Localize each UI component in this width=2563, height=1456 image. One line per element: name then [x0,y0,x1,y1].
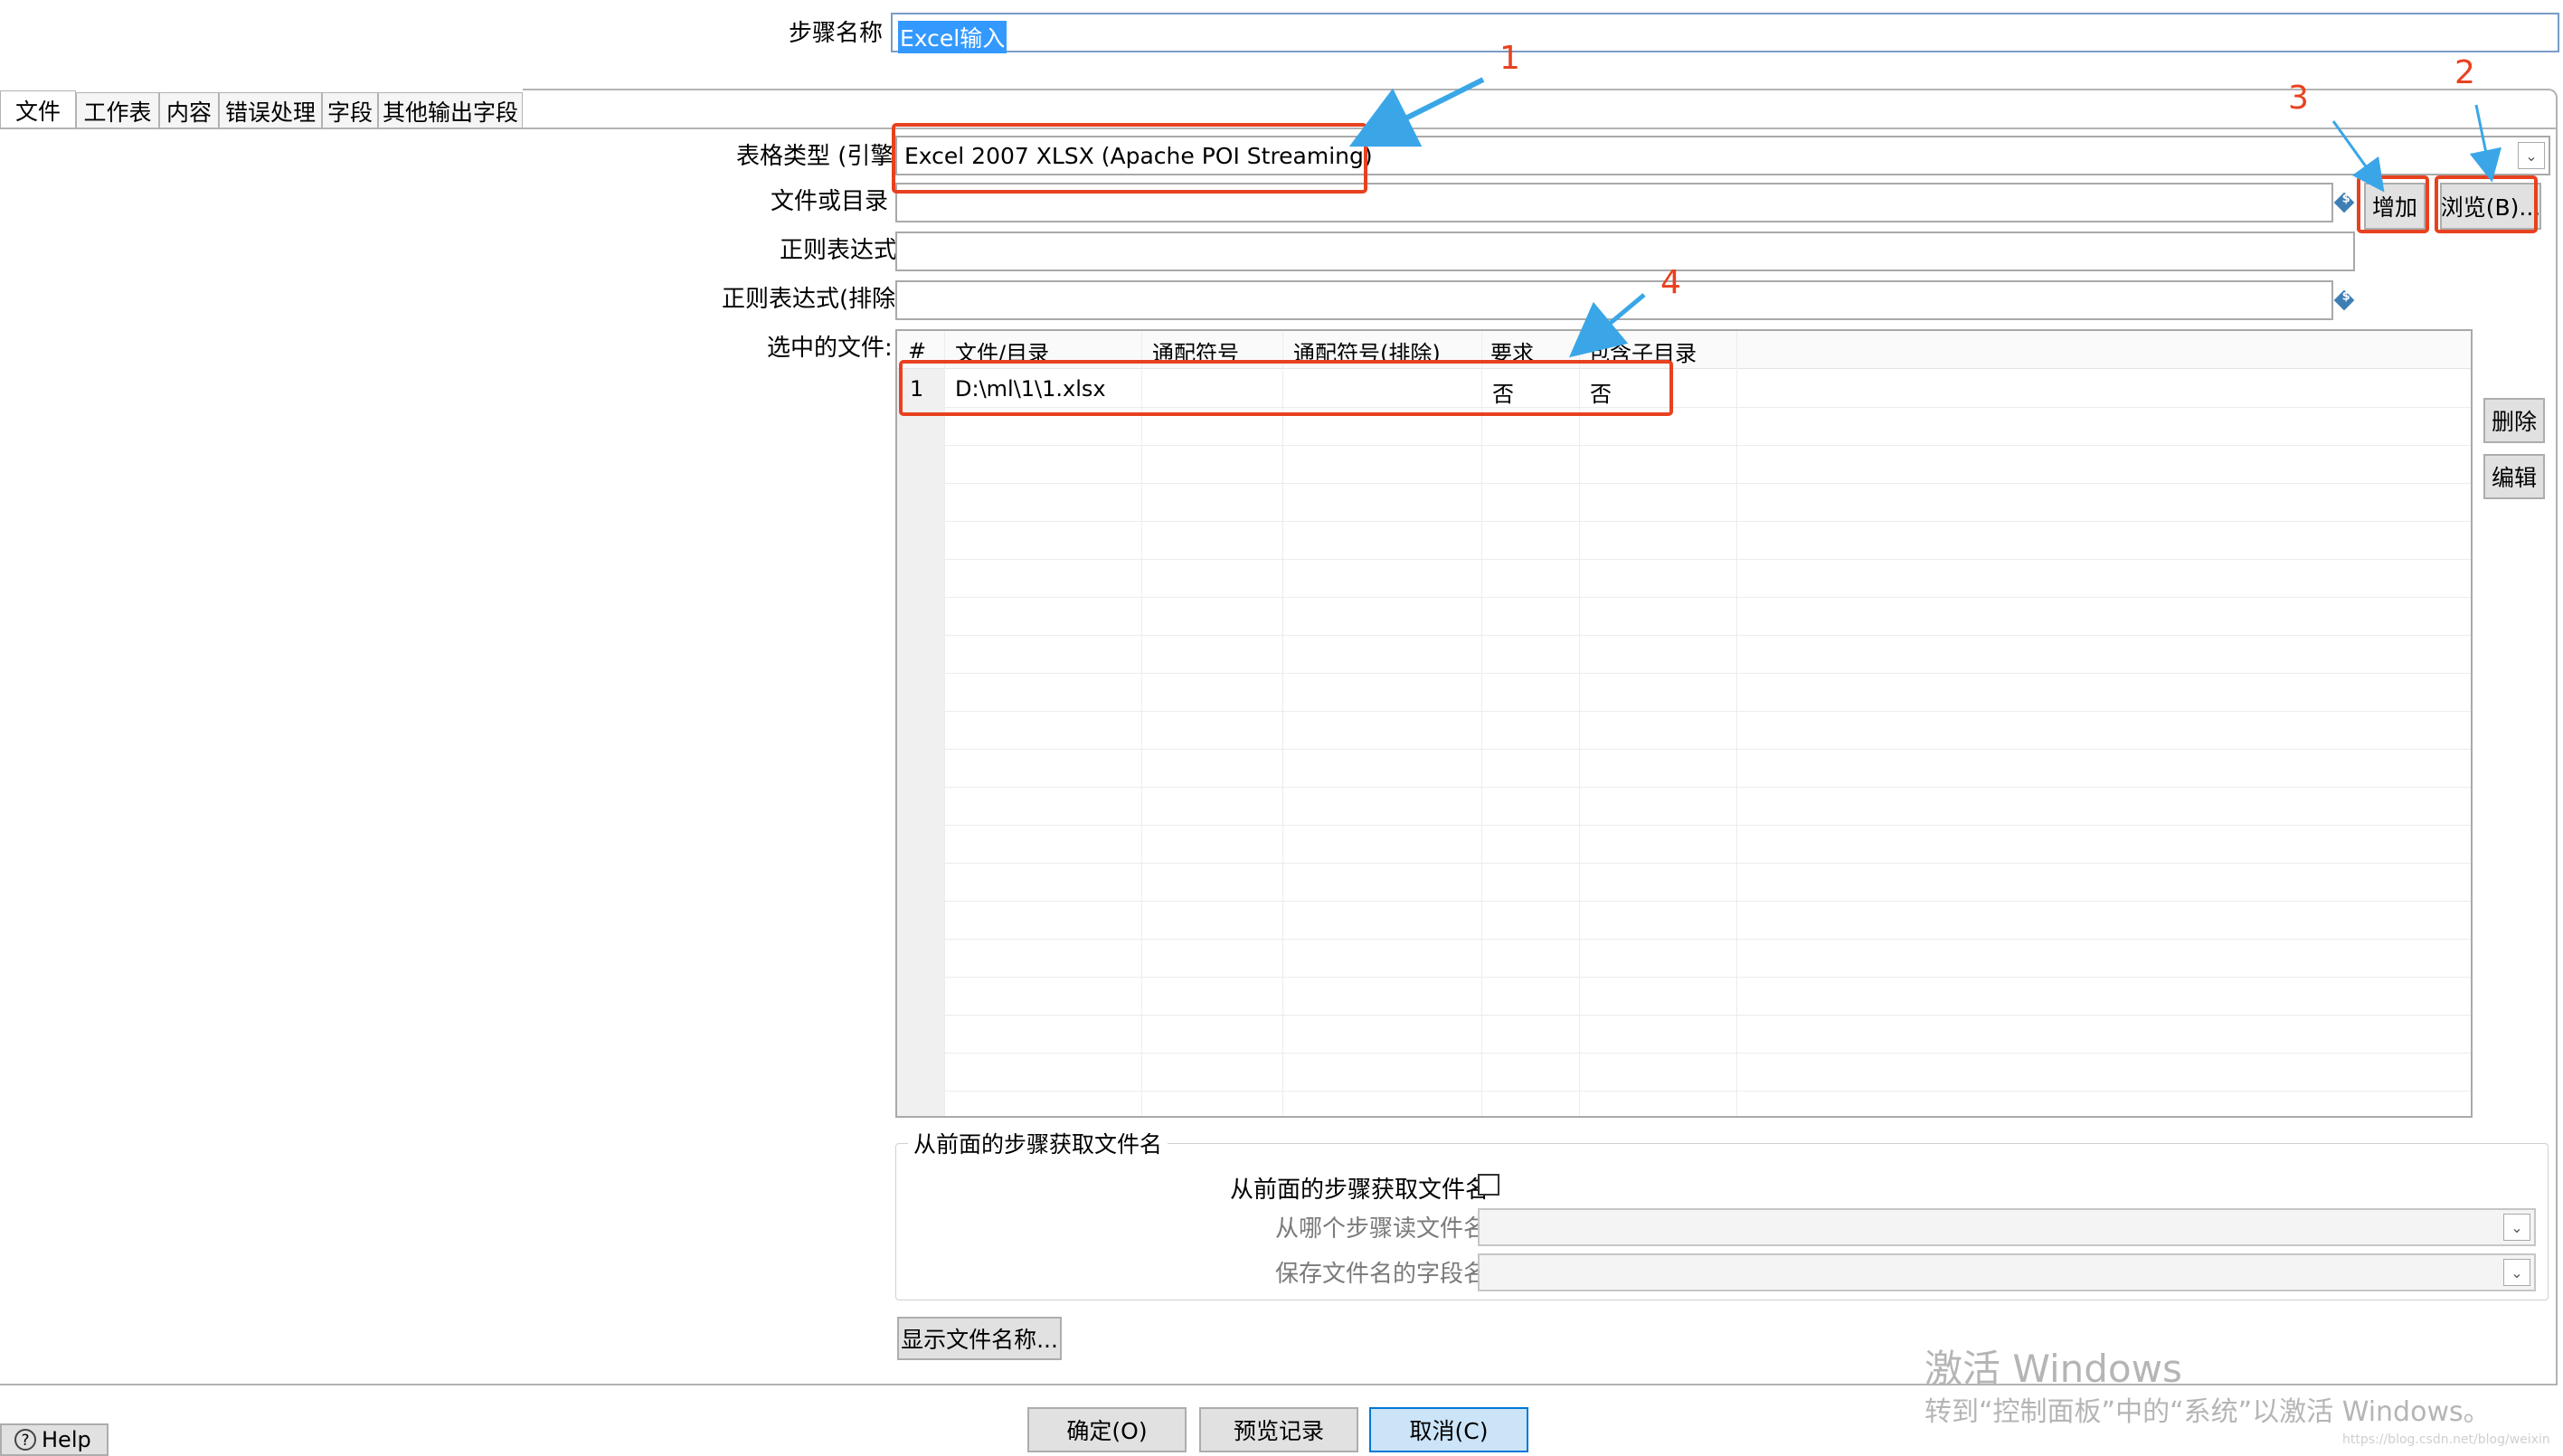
show-filenames-button[interactable]: 显示文件名称... [897,1317,1062,1360]
grid-row-line [944,977,2471,978]
from-previous-group-title: 从前面的步骤获取文件名 [908,1127,1168,1159]
chevron-down-icon[interactable]: ⌄ [2503,1259,2530,1286]
grid-row-line [944,673,2471,674]
grid-row-line [944,749,2471,750]
step-name-value: Excel输入 [898,21,1007,53]
grid-column-line [1481,331,1482,1116]
selected-files-label: 选中的文件: [767,335,893,362]
annotation-box-browse [2435,175,2538,233]
field-name-label: 保存文件名的字段名 [1275,1261,1488,1288]
grid-row-line [944,825,2471,826]
ok-button[interactable]: 确定(O) [1027,1407,1187,1452]
tab-content[interactable]: 内容 [159,92,219,128]
annotation-number-2: 2 [2454,54,2475,91]
read-step-select[interactable]: ⌄ [1478,1208,2536,1246]
tab-other-output-fields[interactable]: 其他输出字段 [378,92,523,128]
tab-fields[interactable]: 字段 [322,92,378,128]
from-previous-checkbox-label: 从前面的步骤获取文件名 [1230,1177,1490,1204]
grid-row-line [944,559,2471,560]
chevron-down-icon[interactable]: ⌄ [2518,142,2545,169]
step-name-input[interactable]: Excel输入 [891,13,2559,53]
annotation-box-spreadsheet-type [892,123,1367,194]
preview-button[interactable]: 预览记录 [1199,1407,1358,1452]
grid-row-line [944,1091,2471,1092]
edit-button[interactable]: 编辑 [2483,454,2545,499]
annotation-box-selected-row [899,360,1673,416]
annotation-number-1: 1 [1499,40,1520,77]
grid-row-line [944,787,2471,788]
grid-row-line [944,521,2471,522]
regex-exclude-label: 正则表达式(排除) [722,286,905,313]
grid-row-line [944,901,2471,902]
row-number-gutter [897,369,944,1116]
regex-label: 正则表达式 [780,237,898,264]
activation-watermark-subtitle: 转到“控制面板”中的“系统”以激活 Windows。 [1925,1396,2491,1428]
annotation-box-add [2357,175,2429,233]
file-or-dir-label: 文件或目录 [771,188,889,215]
step-name-label: 步骤名称 [789,20,884,47]
grid-row-line [944,597,2471,598]
tab-file[interactable]: 文件 [0,90,76,128]
grid-column-line [1282,331,1283,1116]
tab-worksheet[interactable]: 工作表 [76,92,159,128]
delete-button[interactable]: 删除 [2483,398,2545,443]
grid-row-line [944,863,2471,864]
help-icon: ? [14,1429,36,1451]
grid-column-line [1736,331,1737,1116]
grid-row-line [944,711,2471,712]
cancel-button[interactable]: 取消(C) [1369,1407,1528,1452]
selected-files-table[interactable] [895,329,2473,1118]
field-name-select[interactable]: ⌄ [1478,1253,2536,1291]
annotation-number-4: 4 [1660,264,1681,301]
grid-row-line [944,635,2471,636]
read-step-label: 从哪个步骤读文件名 [1275,1215,1488,1243]
grid-column-line [1141,331,1142,1116]
activation-watermark-title: 激活 Windows [1925,1347,2182,1391]
from-previous-checkbox[interactable] [1478,1174,1499,1196]
grid-row-line [944,939,2471,940]
annotation-number-3: 3 [2288,80,2309,117]
tab-panel-top-right [523,89,2558,128]
regex-exclude-input[interactable] [895,280,2333,320]
help-button[interactable]: ? Help [0,1423,109,1456]
grid-column-line [1579,331,1580,1116]
grid-row-line [944,1015,2471,1016]
regex-input[interactable] [895,232,2355,271]
spreadsheet-type-label: 表格类型 (引擎) [736,143,903,170]
grid-row-line [944,1053,2471,1054]
tab-error-handling[interactable]: 错误处理 [219,92,322,128]
grid-row-line [944,445,2471,446]
blog-url-watermark: https://blog.csdn.net/blog/weixin [2342,1432,2550,1447]
chevron-down-icon[interactable]: ⌄ [2503,1214,2530,1241]
grid-column-line [944,331,945,1116]
grid-row-line [944,483,2471,484]
